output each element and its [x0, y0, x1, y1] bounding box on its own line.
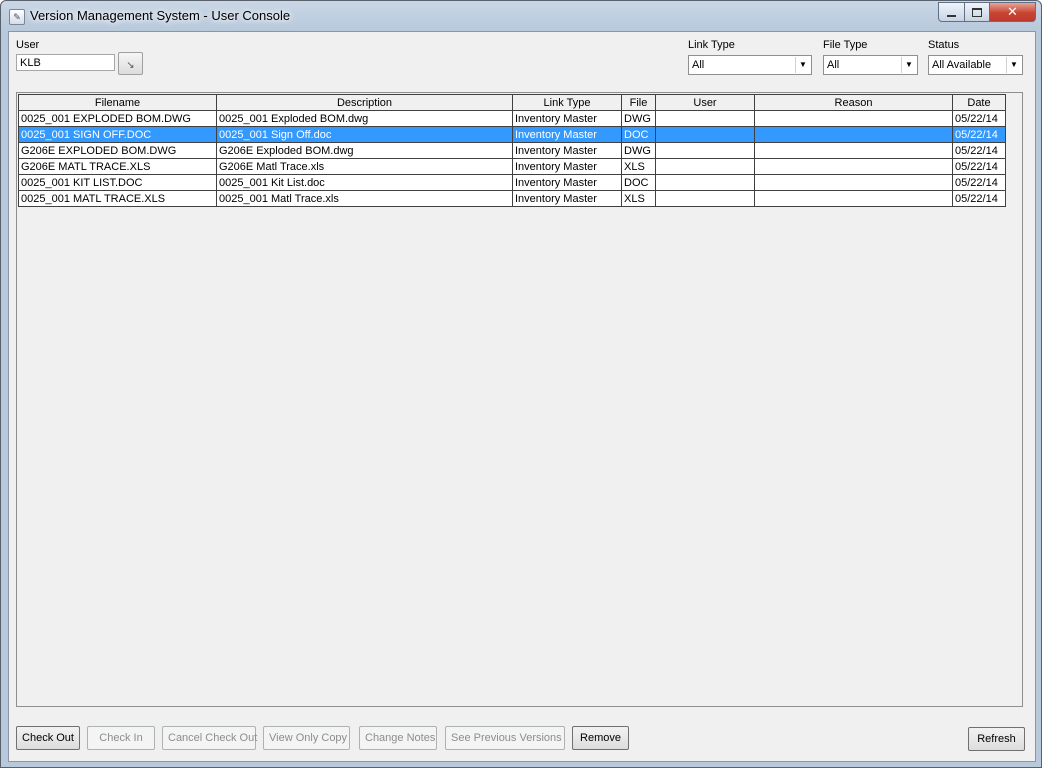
status-value: All Available — [932, 59, 992, 71]
link-type-value: All — [692, 59, 705, 71]
maximize-button[interactable] — [965, 2, 990, 22]
cell-date[interactable]: 05/22/14 — [952, 126, 1006, 143]
close-button[interactable]: ✕ — [990, 2, 1036, 22]
user-label: User — [16, 39, 40, 51]
cell-user[interactable] — [655, 142, 755, 159]
check-out-button[interactable]: Check Out — [16, 726, 80, 750]
cancel-check-out-button[interactable]: Cancel Check Out — [162, 726, 257, 750]
user-lookup-button[interactable]: ↘ — [118, 52, 143, 75]
cell-reason[interactable] — [754, 142, 953, 159]
maximize-icon — [972, 7, 982, 17]
cell-filename[interactable]: 0025_001 EXPLODED BOM.DWG — [18, 110, 217, 127]
file-grid[interactable]: Filename Description Link Type File User Reas… — [16, 92, 1023, 707]
refresh-button[interactable]: Refresh — [968, 727, 1025, 751]
table-row[interactable]: 0025_001 SIGN OFF.DOC 0025_001 Sign Off.d… — [18, 126, 1006, 143]
table-header: Filename Description Link Type File User Reas… — [18, 94, 1006, 111]
see-previous-versions-button[interactable]: See Previous Versions — [445, 726, 565, 750]
cell-description[interactable]: 0025_001 Matl Trace.xls — [216, 190, 513, 207]
table-row[interactable]: 0025_001 KIT LIST.DOC 0025_001 Kit List.d… — [18, 174, 1006, 191]
column-header-date[interactable]: Date — [952, 94, 1006, 111]
cell-link-type[interactable]: Inventory Master — [512, 190, 622, 207]
view-only-copy-button[interactable]: View Only Copy — [263, 726, 350, 750]
client-area: User KLB ↘ Link Type All ▼ File Type All… — [8, 31, 1036, 762]
file-type-value: All — [827, 59, 840, 71]
change-notes-button[interactable]: Change Notes — [359, 726, 437, 750]
app-icon[interactable]: ✎ — [9, 9, 25, 25]
minimize-icon — [947, 14, 956, 17]
close-icon: ✕ — [1007, 4, 1018, 19]
cell-user[interactable] — [655, 110, 755, 127]
cell-description[interactable]: G206E Exploded BOM.dwg — [216, 142, 513, 159]
chevron-down-icon[interactable]: ▼ — [901, 57, 916, 73]
cell-reason[interactable] — [754, 190, 953, 207]
window-title: Version Management System - User Console — [30, 8, 291, 23]
cell-reason[interactable] — [754, 174, 953, 191]
cell-description[interactable]: 0025_001 Kit List.doc — [216, 174, 513, 191]
cell-user[interactable] — [655, 174, 755, 191]
cell-reason[interactable] — [754, 158, 953, 175]
column-header-link-type[interactable]: Link Type — [512, 94, 622, 111]
cell-link-type[interactable]: Inventory Master — [512, 142, 622, 159]
cell-date[interactable]: 05/22/14 — [952, 158, 1006, 175]
cell-link-type[interactable]: Inventory Master — [512, 126, 622, 143]
remove-button[interactable]: Remove — [572, 726, 629, 750]
lookup-icon: ↘ — [126, 60, 135, 71]
cell-filename[interactable]: G206E EXPLODED BOM.DWG — [18, 142, 217, 159]
cell-user[interactable] — [655, 158, 755, 175]
cell-filename[interactable]: 0025_001 KIT LIST.DOC — [18, 174, 217, 191]
cell-reason[interactable] — [754, 126, 953, 143]
status-label: Status — [928, 39, 960, 51]
table-row[interactable]: G206E EXPLODED BOM.DWG G206E Exploded BOM… — [18, 142, 1006, 159]
link-type-label: Link Type — [688, 39, 735, 51]
cell-filename[interactable]: 0025_001 MATL TRACE.XLS — [18, 190, 217, 207]
column-header-file[interactable]: File — [621, 94, 656, 111]
column-header-user[interactable]: User — [655, 94, 755, 111]
cell-link-type[interactable]: Inventory Master — [512, 174, 622, 191]
chevron-down-icon[interactable]: ▼ — [795, 57, 810, 73]
cell-date[interactable]: 05/22/14 — [952, 142, 1006, 159]
cell-file[interactable]: XLS — [621, 190, 656, 207]
cell-description[interactable]: G206E Matl Trace.xls — [216, 158, 513, 175]
table-row[interactable]: G206E MATL TRACE.XLS G206E Matl Trace.xls… — [18, 158, 1006, 175]
column-header-description[interactable]: Description — [216, 94, 513, 111]
cell-file[interactable]: DWG — [621, 110, 656, 127]
table-body: 0025_001 EXPLODED BOM.DWG 0025_001 Explod… — [18, 110, 1006, 207]
file-type-label: File Type — [823, 39, 868, 51]
table-row[interactable]: 0025_001 EXPLODED BOM.DWG 0025_001 Explod… — [18, 110, 1006, 127]
cell-date[interactable]: 05/22/14 — [952, 174, 1006, 191]
cell-file[interactable]: XLS — [621, 158, 656, 175]
cell-reason[interactable] — [754, 110, 953, 127]
caption-buttons: ✕ — [938, 2, 1036, 22]
cell-date[interactable]: 05/22/14 — [952, 110, 1006, 127]
title-bar[interactable]: ✎ Version Management System - User Conso… — [1, 1, 1041, 31]
cell-filename[interactable]: 0025_001 SIGN OFF.DOC — [18, 126, 217, 143]
cell-link-type[interactable]: Inventory Master — [512, 158, 622, 175]
cell-file[interactable]: DOC — [621, 126, 656, 143]
cell-file[interactable]: DWG — [621, 142, 656, 159]
file-table: Filename Description Link Type File User Reas… — [18, 94, 1006, 207]
cell-description[interactable]: 0025_001 Exploded BOM.dwg — [216, 110, 513, 127]
cell-description[interactable]: 0025_001 Sign Off.doc — [216, 126, 513, 143]
check-in-button[interactable]: Check In — [87, 726, 155, 750]
cell-date[interactable]: 05/22/14 — [952, 190, 1006, 207]
file-type-select[interactable]: All ▼ — [823, 55, 918, 75]
cell-file[interactable]: DOC — [621, 174, 656, 191]
cell-link-type[interactable]: Inventory Master — [512, 110, 622, 127]
status-select[interactable]: All Available ▼ — [928, 55, 1023, 75]
minimize-button[interactable] — [938, 2, 965, 22]
column-header-filename[interactable]: Filename — [18, 94, 217, 111]
table-row[interactable]: 0025_001 MATL TRACE.XLS 0025_001 Matl Tra… — [18, 190, 1006, 207]
cell-user[interactable] — [655, 126, 755, 143]
app-window: ✎ Version Management System - User Conso… — [0, 0, 1042, 768]
cell-filename[interactable]: G206E MATL TRACE.XLS — [18, 158, 217, 175]
user-input[interactable]: KLB — [16, 54, 115, 71]
column-header-reason[interactable]: Reason — [754, 94, 953, 111]
link-type-select[interactable]: All ▼ — [688, 55, 812, 75]
cell-user[interactable] — [655, 190, 755, 207]
chevron-down-icon[interactable]: ▼ — [1006, 57, 1021, 73]
